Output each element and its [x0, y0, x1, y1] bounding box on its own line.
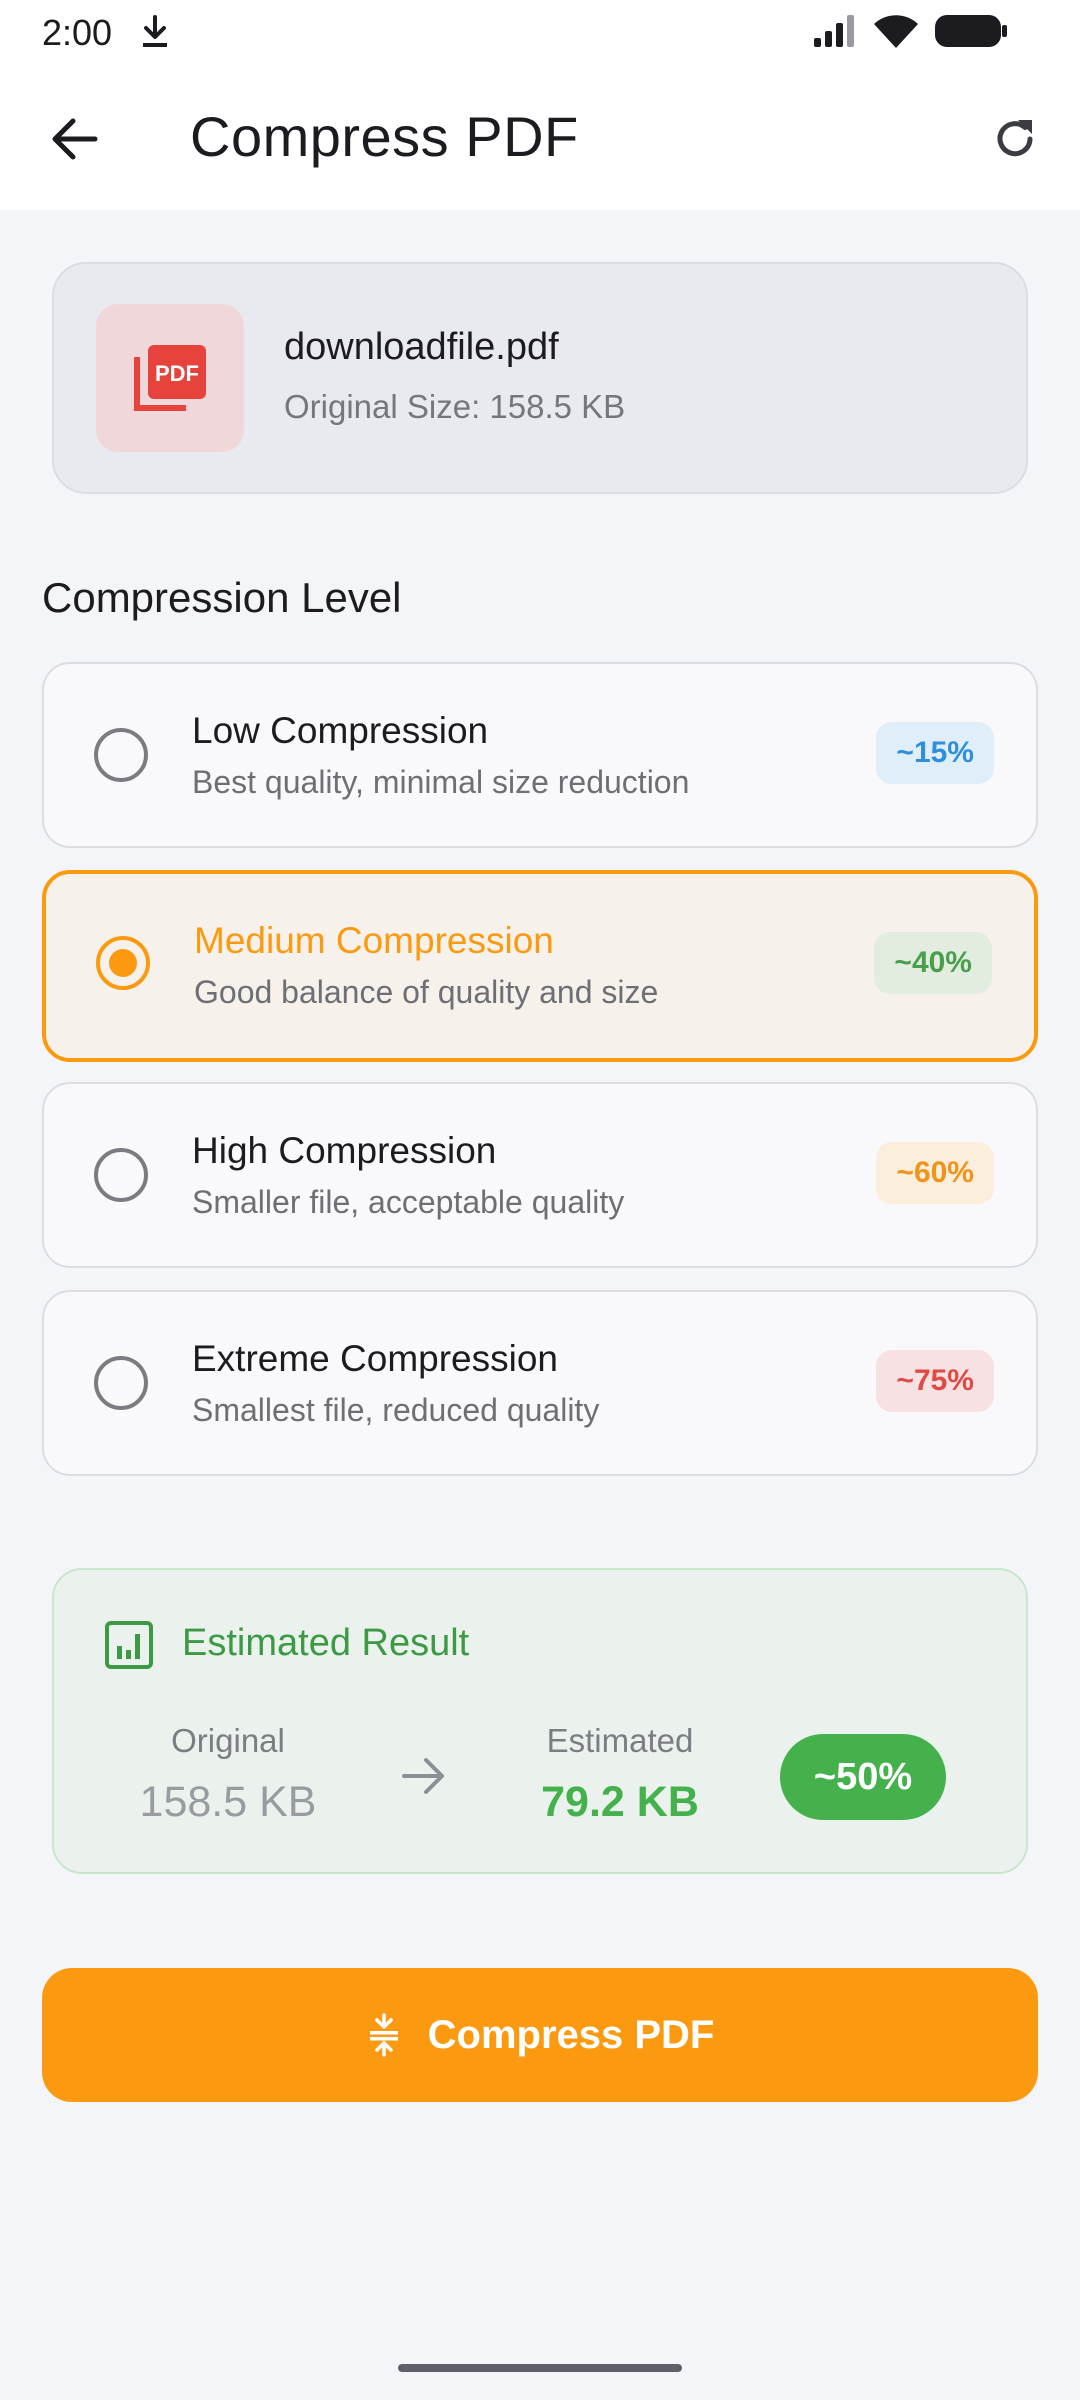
- compress-pdf-button[interactable]: Compress PDF: [42, 1968, 1038, 2102]
- original-size-group: Original 158.5 KB: [128, 1722, 328, 1827]
- page-title: Compress PDF: [190, 105, 579, 168]
- estimated-result-card: Estimated Result Original 158.5 KB Estim…: [52, 1568, 1028, 1874]
- refresh-button[interactable]: [980, 104, 1050, 174]
- screen: 2:00 Compress PDF PDF downloadfile.pdf O…: [0, 0, 1080, 2400]
- option-title: High Compression: [192, 1130, 497, 1171]
- arrow-right-icon: [400, 1756, 448, 1801]
- result-title: Estimated Result: [182, 1622, 470, 1664]
- compress-icon: [366, 2013, 402, 2057]
- option-medium-compression[interactable]: Medium Compression Good balance of quali…: [42, 870, 1038, 1062]
- radio-button[interactable]: [94, 728, 148, 782]
- estimated-label: Estimated: [546, 1722, 694, 1759]
- battery-icon: [934, 14, 1008, 53]
- option-extreme-compression[interactable]: Extreme Compression Smallest file, reduc…: [42, 1290, 1038, 1476]
- reduction-badge: ~40%: [874, 932, 992, 994]
- reduction-badge: ~15%: [876, 722, 994, 784]
- pdf-icon-label: PDF: [155, 361, 199, 386]
- savings-badge: ~50%: [780, 1734, 946, 1820]
- bar-chart-icon: [104, 1620, 154, 1675]
- app-bar: Compress PDF: [0, 64, 1080, 210]
- refresh-icon: [997, 120, 1033, 157]
- option-high-compression[interactable]: High Compression Smaller file, acceptabl…: [42, 1082, 1038, 1268]
- file-card: PDF downloadfile.pdf Original Size: 158.…: [52, 262, 1028, 494]
- status-time: 2:00: [42, 12, 113, 53]
- option-title: Medium Compression: [194, 920, 554, 961]
- radio-button[interactable]: [94, 1356, 148, 1410]
- file-size: Original Size: 158.5 KB: [284, 388, 626, 425]
- original-label: Original: [171, 1722, 285, 1759]
- download-icon: [138, 14, 172, 55]
- arrow-left-icon: [52, 118, 98, 160]
- option-description: Good balance of quality and size: [194, 974, 659, 1010]
- section-title: Compression Level: [42, 574, 402, 621]
- option-title: Extreme Compression: [192, 1338, 559, 1379]
- option-description: Best quality, minimal size reduction: [192, 764, 690, 800]
- pdf-file-icon: PDF: [96, 304, 244, 452]
- estimated-size-group: Estimated 79.2 KB: [520, 1722, 720, 1827]
- original-value: 158.5 KB: [139, 1778, 317, 1826]
- signal-icon: [812, 14, 860, 53]
- compress-button-label: Compress PDF: [427, 2012, 715, 2057]
- option-description: Smaller file, acceptable quality: [192, 1184, 625, 1220]
- estimated-value: 79.2 KB: [541, 1778, 699, 1826]
- radio-button[interactable]: [96, 936, 150, 990]
- reduction-badge: ~75%: [876, 1350, 994, 1412]
- radio-button[interactable]: [94, 1148, 148, 1202]
- status-bar: 2:00: [0, 0, 1080, 64]
- back-button[interactable]: [40, 104, 110, 174]
- file-name: downloadfile.pdf: [284, 326, 559, 368]
- reduction-badge: ~60%: [876, 1142, 994, 1204]
- wifi-icon: [872, 12, 920, 55]
- option-description: Smallest file, reduced quality: [192, 1392, 600, 1428]
- option-title: Low Compression: [192, 710, 489, 751]
- home-indicator[interactable]: [398, 2364, 682, 2372]
- option-low-compression[interactable]: Low Compression Best quality, minimal si…: [42, 662, 1038, 848]
